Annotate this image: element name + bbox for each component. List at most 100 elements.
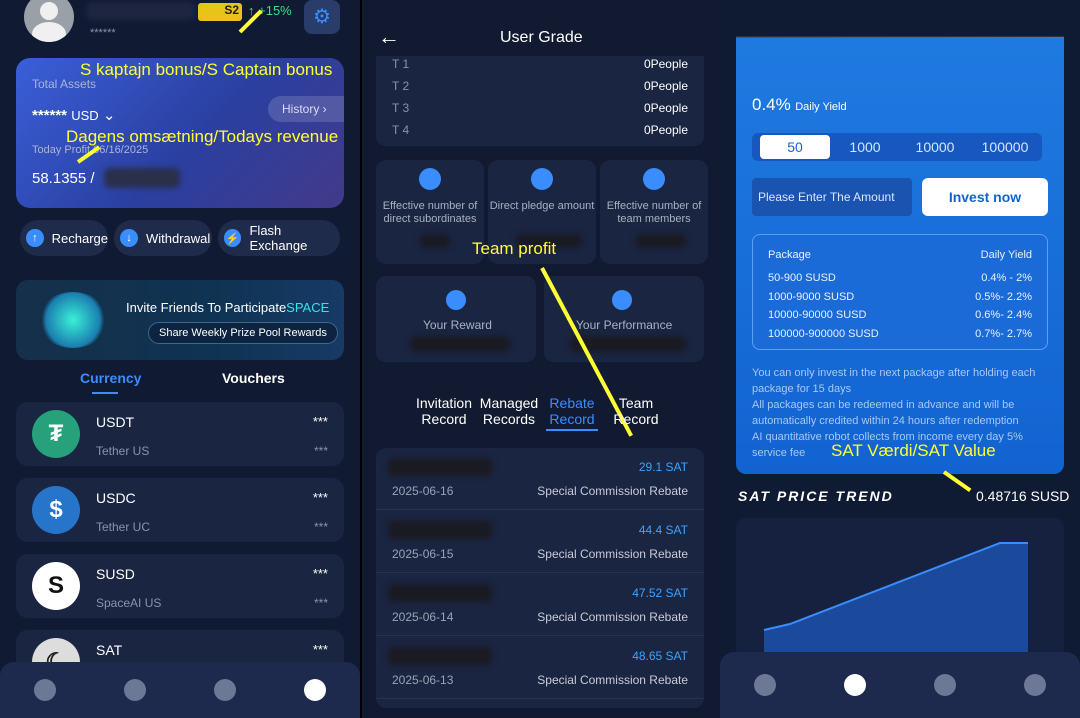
record-type: Special Commission Rebate [537, 547, 688, 561]
coin-row-usdc[interactable]: $ USDC Tether UC *** *** [16, 478, 344, 542]
annotation-captain: S kaptajn bonus/S Captain bonus [80, 60, 333, 79]
recharge-label: Recharge [51, 230, 108, 246]
trophy-icon [446, 290, 466, 310]
stat-label: Effective number of team members [606, 200, 702, 225]
coin-sub: *** [313, 520, 328, 534]
coin-symbol: SUSD [96, 566, 135, 582]
record-amount: 44.4 SAT [638, 523, 688, 537]
annotation-sat: SAT Værdi/SAT Value [831, 441, 996, 460]
stat-team-members: Effective number of team members [600, 160, 708, 264]
today-profit-value: 58.1355 / [32, 170, 95, 187]
tier-row: T 1 0People [392, 57, 688, 71]
tab-invitation-record[interactable]: Invitation Record [412, 395, 476, 427]
sat-price: 0.48716 SUSD [976, 488, 1070, 504]
record-date: 2025-06-14 [392, 610, 454, 624]
tab-rebate-record[interactable]: Rebate Record [546, 395, 598, 431]
coin-sub: *** [313, 444, 328, 458]
package-name: 1000-9000 SUSD [768, 291, 855, 303]
blurred-value [636, 234, 686, 248]
note: You can only invest in the next package … [752, 367, 1036, 395]
recharge-button[interactable]: ↑ Recharge [20, 220, 108, 256]
tab-currency[interactable]: Currency [80, 370, 141, 386]
yield-display: 0.4% Daily Yield [752, 95, 847, 115]
tier-value: 0People [643, 123, 688, 137]
chevron-down-icon[interactable]: ⌄ [103, 107, 116, 124]
coin-symbol: SAT [96, 642, 123, 658]
banner-button[interactable]: Share Weekly Prize Pool Rewards [148, 322, 338, 344]
coin-name: Tether US [96, 444, 150, 458]
username-blurred [86, 2, 196, 20]
trend-title: SAT PRICE TREND [738, 488, 894, 504]
coin-value: *** [312, 490, 328, 505]
package-yield: 0.4% - 2% [981, 272, 1032, 284]
coin-symbol: USDC [96, 490, 136, 506]
record-type: Special Commission Rebate [537, 484, 688, 498]
amount-option[interactable]: 50 [760, 135, 830, 159]
tab-vouchers[interactable]: Vouchers [222, 370, 285, 386]
blurred-value [420, 234, 450, 248]
arrow-up-icon: ↑ [26, 229, 44, 247]
amount-option[interactable]: 1000 [832, 133, 898, 161]
performance-label: Your Performance [576, 318, 673, 332]
compass-icon[interactable] [754, 674, 776, 696]
swap-icon[interactable] [124, 679, 146, 701]
tab-team-record[interactable]: Team Record [610, 395, 662, 427]
flash-exchange-button[interactable]: ⚡ Flash Exchange [218, 220, 340, 256]
history-button[interactable]: History › [268, 96, 344, 122]
swap-icon[interactable] [844, 674, 866, 696]
tier-row: T 3 0People [392, 101, 688, 115]
trend-chart [736, 518, 1064, 658]
growth-value: +15% [258, 3, 292, 18]
banner-title-text: Invite Friends To Participate [126, 300, 287, 315]
coin-row-usdt[interactable]: ₮ USDT Tether US *** *** [16, 402, 344, 466]
coin-value: *** [312, 642, 328, 657]
coin-row-susd[interactable]: S SUSD SpaceAI US *** *** [16, 554, 344, 618]
tier-label: T 1 [392, 57, 410, 71]
reward-label: Your Reward [423, 318, 492, 332]
compass-icon[interactable] [34, 679, 56, 701]
play-icon [38, 292, 108, 348]
user-icon[interactable] [1024, 674, 1046, 696]
blurred-name [388, 521, 492, 539]
record-amount: 29.1 SAT [638, 460, 688, 474]
banner-title: Invite Friends To ParticipateSPACE [126, 300, 329, 315]
back-arrow-icon[interactable]: ← [378, 24, 400, 50]
arrow-down-icon: ↓ [120, 229, 138, 247]
amount-option[interactable]: 10000 [900, 133, 970, 161]
history-label: History [282, 102, 320, 116]
level-badge: S2 [198, 3, 242, 21]
tier-value: 0People [643, 79, 688, 93]
chat-icon[interactable] [214, 679, 236, 701]
user-icon[interactable] [304, 679, 326, 701]
banner-highlight: SPACE [286, 300, 330, 315]
chat-icon[interactable] [934, 674, 956, 696]
money-bag-icon [531, 168, 553, 190]
package-yield: 0.5%- 2.2% [975, 291, 1032, 303]
record-row: 29.1 SAT 2025-06-16 Special Commission Reb… [376, 448, 704, 510]
gear-icon[interactable]: ⚙ [304, 0, 340, 34]
tier-value: 0People [643, 101, 688, 115]
today-profit-text: Today Profit [32, 144, 91, 156]
blurred-name [388, 584, 492, 602]
total-assets-label: Total Assets [32, 77, 97, 91]
withdrawal-button[interactable]: ↓ Withdrawal [114, 220, 212, 256]
tab-managed-records[interactable]: Managed Records [478, 395, 540, 427]
coin-value: *** [312, 414, 328, 429]
package-header: Package [768, 249, 811, 261]
lightning-icon: ⚡ [224, 229, 242, 247]
amount-input[interactable]: Please Enter The Amount [752, 178, 912, 216]
record-date: 2025-06-13 [392, 673, 454, 687]
coin-name: SpaceAI US [96, 596, 162, 610]
page-title: User Grade [500, 29, 583, 46]
avatar[interactable] [24, 0, 74, 42]
currency: USD [71, 108, 99, 123]
amount-option[interactable]: 100000 [970, 133, 1040, 161]
susd-icon: S [32, 562, 80, 610]
tier-row: T 2 0People [392, 79, 688, 93]
tab-indicator [92, 392, 118, 394]
record-row: 44.4 SAT 2025-06-15 Special Commission Reb… [376, 511, 704, 573]
invest-now-button[interactable]: Invest now [922, 178, 1048, 216]
usdc-icon: $ [32, 486, 80, 534]
bottom-nav [0, 662, 360, 718]
today-profit-date: 06/16/2025 [93, 144, 149, 156]
